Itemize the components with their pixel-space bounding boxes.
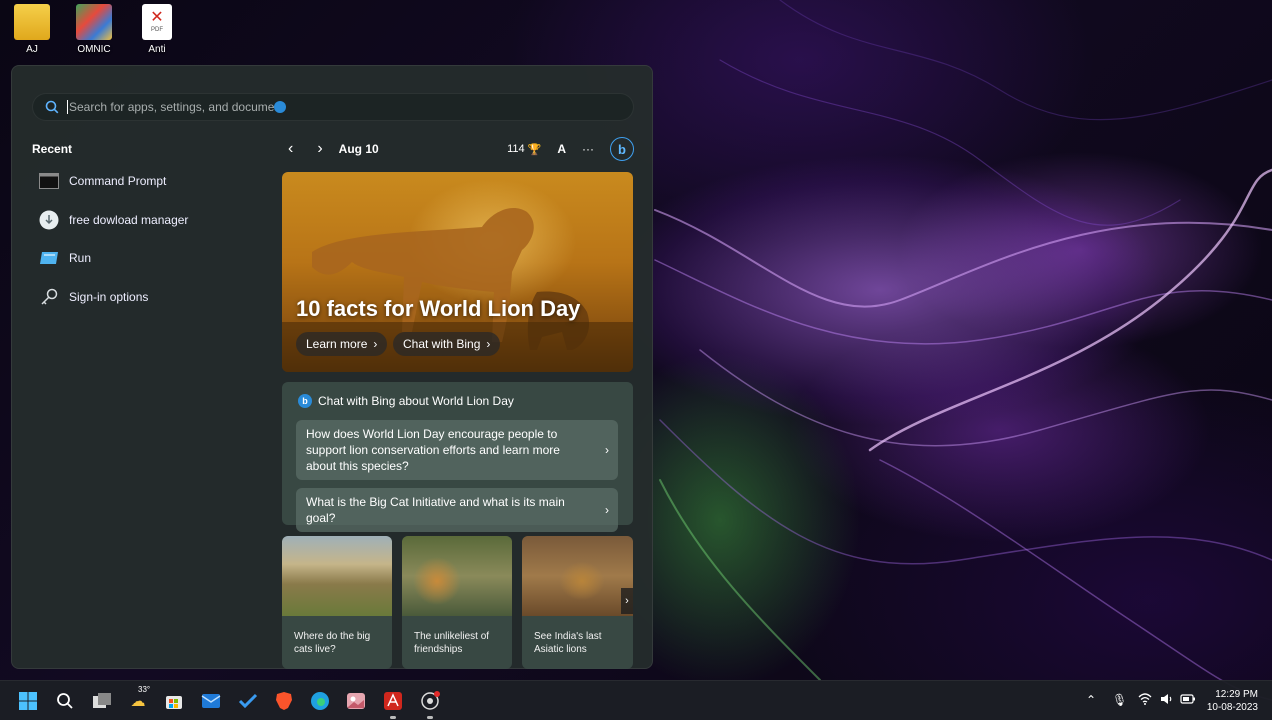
search-input[interactable]: Search for apps, settings, and docume [32, 93, 634, 121]
desktop-icon-aj[interactable]: AJ [2, 4, 62, 56]
recording-app-button[interactable] [418, 689, 442, 719]
bing-chat-card: b Chat with Bing about World Lion Day Ho… [282, 382, 633, 532]
chevron-up-icon[interactable]: ⌃ [1086, 693, 1096, 707]
start-button[interactable] [16, 689, 40, 713]
hero-card[interactable]: 10 facts for World Lion Day Learn more ›… [282, 172, 633, 372]
key-icon [38, 286, 60, 308]
text-caret [67, 100, 68, 114]
search-icon [57, 693, 73, 709]
search-icon [45, 100, 59, 114]
story-tile-asiatic-lions[interactable]: See India's last Asiatic lions › [522, 536, 633, 669]
bing-question-2[interactable]: What is the Big Cat Initiative and what … [296, 488, 618, 532]
microphone-icon[interactable]: 🎙 [1112, 693, 1127, 707]
folder-icon [14, 4, 50, 40]
taskbar: ☁ 33° ⌃ 🎙 12:29 PM 10-08-2023 [0, 680, 1272, 720]
rewards-points[interactable]: 114 🏆 [507, 143, 541, 156]
run-icon [38, 247, 60, 269]
story-tile-friendships[interactable]: The unlikeliest of friendships [402, 536, 512, 669]
volume-icon[interactable] [1160, 693, 1174, 708]
microsoft-store-button[interactable] [162, 689, 186, 713]
checkmark-icon [238, 693, 258, 709]
feed-date: Aug 10 [338, 142, 379, 156]
chevron-right-icon: › [605, 503, 609, 517]
edge-icon [311, 692, 329, 710]
wifi-icon[interactable] [1138, 693, 1152, 708]
chat-with-bing-button[interactable]: Chat with Bing › [393, 332, 501, 356]
desktop-icon-omnic[interactable]: OMNIC [64, 4, 124, 56]
feed-navigation: ‹ › Aug 10 114 🏆 A ··· b [288, 137, 634, 161]
store-icon [166, 696, 182, 709]
desktop-icon-anti[interactable]: ✕ PDF Anti [127, 4, 187, 56]
recent-item-sign-in-options[interactable]: Sign-in options [38, 286, 148, 308]
weather-sun-cloud-icon: ☁ [130, 693, 146, 710]
chevron-right-icon[interactable]: › [317, 140, 322, 158]
photos-icon [347, 693, 365, 709]
chevron-left-icon[interactable]: ‹ [288, 140, 293, 158]
bing-icon: b [298, 394, 312, 408]
recent-heading: Recent [32, 142, 73, 156]
photos-app-button[interactable] [344, 689, 368, 713]
savanna-lions-image [282, 536, 392, 616]
record-icon [421, 691, 440, 710]
bing-question-1[interactable]: How does World Lion Day encourage people… [296, 420, 618, 480]
recent-item-command-prompt[interactable]: Command Prompt [38, 170, 166, 192]
task-view-icon [93, 693, 111, 708]
more-options-button[interactable]: ··· [582, 142, 594, 156]
weather-widget[interactable]: ☁ 33° [126, 685, 151, 713]
terminal-icon [38, 170, 60, 192]
running-indicator [390, 716, 396, 719]
trophy-icon: 🏆 [527, 143, 542, 156]
account-avatar[interactable]: A [557, 142, 566, 156]
acrobat-icon [384, 692, 402, 710]
man-with-lion-image [402, 536, 512, 616]
running-indicator [427, 716, 433, 719]
system-clock[interactable]: 12:29 PM 10-08-2023 [1207, 688, 1258, 714]
acrobat-reader-button[interactable] [381, 689, 405, 719]
asiatic-lion-image [522, 536, 633, 616]
bing-button[interactable]: b [610, 137, 634, 161]
brave-lion-icon [276, 692, 292, 710]
pdf-file-icon: ✕ PDF [142, 4, 172, 40]
edge-browser-button[interactable] [308, 689, 332, 713]
taskbar-search-button[interactable] [53, 689, 77, 713]
mail-icon [201, 694, 221, 708]
download-manager-icon [38, 209, 60, 231]
scroll-right-icon[interactable]: › [621, 588, 633, 614]
todo-button[interactable] [236, 689, 260, 713]
chevron-right-icon: › [605, 443, 609, 457]
story-tile-big-cats[interactable]: Where do the big cats live? [282, 536, 392, 669]
recent-item-free-download-manager[interactable]: free dowload manager [38, 209, 188, 231]
battery-icon[interactable] [1180, 693, 1196, 708]
learn-more-button[interactable]: Learn more › [296, 332, 388, 356]
search-placeholder: Search for apps, settings, and docume [69, 100, 275, 114]
recent-item-run[interactable]: Run [38, 247, 91, 269]
start-menu: Search for apps, settings, and docume Re… [11, 65, 653, 669]
brave-browser-button[interactable] [272, 689, 296, 713]
bing-chat-heading: b Chat with Bing about World Lion Day [298, 394, 514, 408]
windows-logo-icon [19, 692, 37, 710]
task-view-button[interactable] [90, 689, 114, 713]
hero-title: 10 facts for World Lion Day [296, 296, 581, 321]
mail-button[interactable] [199, 689, 223, 713]
bing-search-icon[interactable] [274, 101, 287, 113]
chevron-right-icon: › [373, 337, 378, 351]
chevron-right-icon: › [486, 337, 491, 351]
omnic-app-icon [76, 4, 112, 40]
